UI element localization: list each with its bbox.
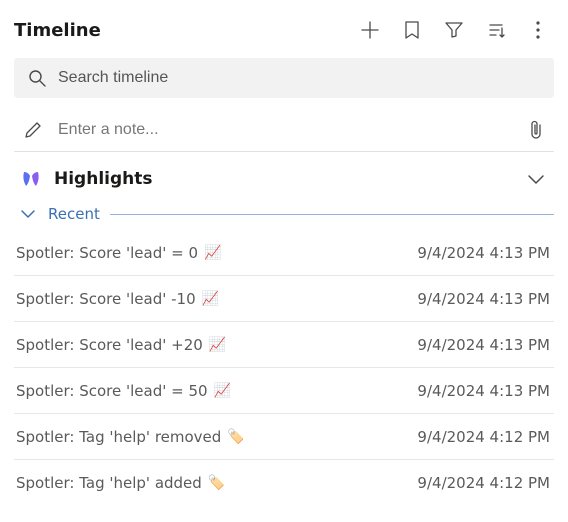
tag-icon: 🏷️ bbox=[208, 475, 225, 491]
section-label: Recent bbox=[48, 205, 100, 223]
list-item[interactable]: Spotler: Tag 'help' added🏷️ 9/4/2024 4:1… bbox=[14, 460, 554, 506]
note-input[interactable] bbox=[58, 121, 510, 139]
item-time: 9/4/2024 4:12 PM bbox=[417, 474, 550, 492]
header-actions bbox=[360, 20, 554, 40]
item-title: Spotler: Tag 'help' added🏷️ bbox=[16, 474, 225, 492]
bookmark-icon[interactable] bbox=[402, 20, 422, 40]
list-item[interactable]: Spotler: Tag 'help' removed🏷️ 9/4/2024 4… bbox=[14, 414, 554, 460]
filter-icon[interactable] bbox=[444, 20, 464, 40]
item-time: 9/4/2024 4:12 PM bbox=[417, 428, 550, 446]
item-time: 9/4/2024 4:13 PM bbox=[417, 336, 550, 354]
chart-icon: 📈 bbox=[202, 291, 219, 307]
item-title: Spotler: Score 'lead' +20📈 bbox=[16, 336, 226, 354]
search-bar[interactable] bbox=[14, 58, 554, 98]
pencil-icon bbox=[24, 121, 42, 139]
tag-icon: 🏷️ bbox=[227, 429, 244, 445]
more-icon[interactable] bbox=[528, 20, 548, 40]
item-time: 9/4/2024 4:13 PM bbox=[417, 382, 550, 400]
attachment-icon[interactable] bbox=[526, 120, 546, 140]
item-title: Spotler: Score 'lead' -10📈 bbox=[16, 290, 219, 308]
timeline-list: Spotler: Score 'lead' = 0📈 9/4/2024 4:13… bbox=[14, 230, 554, 506]
list-item[interactable]: Spotler: Score 'lead' -10📈 9/4/2024 4:13… bbox=[14, 276, 554, 322]
search-input[interactable] bbox=[58, 69, 540, 87]
copilot-icon bbox=[20, 168, 42, 190]
item-title: Spotler: Score 'lead' = 0📈 bbox=[16, 244, 221, 262]
item-title: Spotler: Tag 'help' removed🏷️ bbox=[16, 428, 245, 446]
list-item[interactable]: Spotler: Score 'lead' = 0📈 9/4/2024 4:13… bbox=[14, 230, 554, 276]
highlights-header[interactable]: Highlights bbox=[14, 162, 554, 196]
panel-header: Timeline bbox=[14, 8, 554, 52]
highlights-left: Highlights bbox=[20, 168, 153, 190]
item-time: 9/4/2024 4:13 PM bbox=[417, 244, 550, 262]
chevron-down-icon[interactable] bbox=[526, 169, 546, 189]
page-title: Timeline bbox=[14, 20, 101, 41]
section-recent[interactable]: Recent bbox=[14, 202, 554, 230]
sort-icon[interactable] bbox=[486, 20, 506, 40]
highlights-label: Highlights bbox=[54, 169, 153, 189]
note-bar bbox=[14, 108, 554, 152]
timeline-panel: Timeline bbox=[0, 0, 568, 506]
chart-icon: 📈 bbox=[209, 337, 226, 353]
add-icon[interactable] bbox=[360, 20, 380, 40]
section-rule bbox=[110, 214, 554, 215]
chart-icon: 📈 bbox=[214, 383, 231, 399]
list-item[interactable]: Spotler: Score 'lead' = 50📈 9/4/2024 4:1… bbox=[14, 368, 554, 414]
item-title: Spotler: Score 'lead' = 50📈 bbox=[16, 382, 231, 400]
search-icon bbox=[28, 69, 46, 87]
chevron-down-icon bbox=[18, 204, 38, 224]
list-item[interactable]: Spotler: Score 'lead' +20📈 9/4/2024 4:13… bbox=[14, 322, 554, 368]
item-time: 9/4/2024 4:13 PM bbox=[417, 290, 550, 308]
chart-icon: 📈 bbox=[204, 245, 221, 261]
